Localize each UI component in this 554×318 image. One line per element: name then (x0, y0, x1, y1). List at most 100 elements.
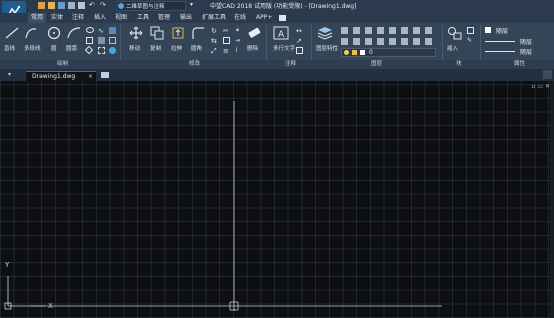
panel-title-annotation: 注释 (285, 61, 297, 67)
tab-app-plus[interactable]: APP+ (256, 13, 272, 23)
color-swatch (485, 27, 491, 33)
spline-icon[interactable]: ∿ (98, 27, 105, 35)
color-property[interactable]: 随层 (496, 26, 508, 35)
plot-icon[interactable] (78, 2, 85, 9)
tab-annotate[interactable]: 注释 (72, 13, 84, 23)
offset-icon[interactable]: ≡ (223, 47, 230, 55)
ribbon-toggle-icon[interactable] (279, 15, 286, 21)
layer-properties-tool[interactable]: 图层特性 (316, 26, 338, 52)
vertical-scrollbar[interactable] (550, 81, 554, 318)
table-icon[interactable] (296, 47, 303, 54)
tab-tools[interactable]: 工具 (137, 13, 149, 23)
line-tool[interactable]: 直线 (4, 26, 20, 52)
explode-icon[interactable]: ✶ (235, 27, 242, 34)
array-icon[interactable] (223, 37, 230, 44)
erase-tool[interactable]: 删除 (247, 26, 261, 52)
tab-home[interactable]: 常用 (28, 13, 47, 23)
tab-menu-icon[interactable] (543, 70, 552, 79)
region-icon[interactable] (98, 47, 105, 54)
circle-icon (47, 26, 61, 40)
erase-label: 删除 (247, 46, 259, 52)
tab-online[interactable]: 在线 (234, 13, 246, 23)
tab-output[interactable]: 输出 (180, 13, 192, 23)
lightbulb-icon (344, 50, 349, 55)
chevron-down-icon[interactable]: ▾ (8, 71, 11, 78)
open-folder-icon[interactable] (48, 2, 55, 9)
tab-insert[interactable]: 插入 (94, 13, 106, 23)
hatch-icon[interactable] (98, 37, 105, 44)
file-tab-label: Drawing1.dwg (32, 73, 76, 80)
trim-icon[interactable]: ✂ (223, 27, 230, 35)
new-tab-icon[interactable] (101, 72, 109, 78)
lineweight-preview (485, 51, 515, 52)
insert-label: 插入 (447, 46, 459, 52)
ribbon-tabs: 常用 实体 注释 插入 视图 工具 管理 输出 扩展工具 在线 APP+ (0, 13, 554, 23)
layer-tools-row[interactable] (341, 38, 436, 45)
ellipse-icon[interactable] (86, 27, 94, 33)
lineweight-property[interactable]: 随层 (520, 47, 532, 56)
new-file-icon[interactable] (38, 2, 45, 9)
arc-label: 圆弧 (66, 46, 78, 52)
fillet-tool[interactable]: 圆角 (191, 26, 205, 52)
window-title: 中望CAD 2018 试用版 (功能受限) - [Drawing1.dwg] (210, 3, 357, 10)
mtext-tool[interactable]: A 多行文字 (273, 26, 295, 52)
move-label: 移动 (129, 46, 141, 52)
save-icon[interactable] (58, 2, 65, 9)
dimension-icon[interactable]: ↔ (296, 27, 303, 35)
close-icon[interactable]: × (88, 72, 93, 81)
print-icon[interactable] (68, 2, 75, 9)
arc-tool[interactable]: 圆弧 (66, 26, 82, 52)
panel-title-modify: 修改 (189, 61, 201, 67)
tab-extended-tools[interactable]: 扩展工具 (202, 13, 226, 23)
circle-tool[interactable]: 圆 (46, 26, 62, 52)
panel-divider (120, 25, 121, 61)
point-icon[interactable] (109, 47, 116, 54)
scale-icon[interactable]: ⤢ (211, 47, 218, 55)
insert-block-tool[interactable]: 插入 (447, 26, 463, 52)
workspace-label: 二维草图与注释 (126, 4, 165, 10)
fillet-icon (192, 27, 204, 39)
title-bar: ↶ ↷ 二维草图与注释 ▾ 中望CAD 2018 试用版 (功能受限) - [D… (0, 0, 554, 23)
color-swatch (360, 50, 365, 55)
break-icon[interactable]: ⌇ (235, 47, 242, 54)
layer-tools-row[interactable] (341, 27, 436, 34)
undo-icon[interactable]: ↶ (89, 1, 95, 9)
tab-manage[interactable]: 管理 (158, 13, 170, 23)
workspace-select[interactable]: 二维草图与注释 (116, 1, 186, 11)
current-layer: 0 (369, 49, 373, 56)
file-tab[interactable]: Drawing1.dwg × (26, 71, 96, 81)
boundary-icon[interactable] (109, 37, 116, 44)
layer-select[interactable]: 0 (341, 48, 436, 57)
edit-block-icon[interactable]: ✎ (467, 37, 474, 44)
arc-icon (67, 27, 81, 39)
mtext-icon: A (273, 26, 289, 40)
line-label: 直线 (4, 46, 16, 52)
panel-titles-bar: 绘制 修改 注释 图层 块 属性 (0, 60, 554, 69)
redo-icon[interactable]: ↷ (100, 1, 106, 9)
drawing-canvas[interactable]: ▫ ▭ ✕ Y X (0, 81, 554, 318)
panel-title-properties: 属性 (514, 61, 526, 67)
extend-icon[interactable]: ⇥ (235, 37, 242, 44)
gradient-icon[interactable] (109, 27, 116, 34)
tab-solid[interactable]: 实体 (51, 13, 63, 23)
linetype-property[interactable]: 随层 (520, 37, 532, 46)
mirror-icon[interactable]: ⇆ (211, 37, 218, 45)
tab-view[interactable]: 视图 (115, 13, 127, 23)
line-icon (5, 27, 19, 39)
polyline-label: 多段线 (24, 46, 41, 52)
gear-icon (118, 3, 124, 9)
svg-text:A: A (278, 30, 285, 40)
eraser-icon (248, 27, 261, 38)
panel-title-block: 块 (456, 61, 462, 67)
polyline-tool[interactable]: 多段线 (24, 26, 41, 52)
copy-tool[interactable]: 复制 (150, 26, 164, 52)
create-block-icon[interactable] (467, 27, 474, 34)
move-tool[interactable]: 移动 (129, 26, 143, 52)
chevron-down-icon[interactable]: ▾ (190, 1, 193, 8)
rotate-icon[interactable]: ↻ (211, 27, 218, 35)
ucs-y-label: Y (5, 261, 10, 269)
stretch-tool[interactable]: 拉伸 (171, 26, 185, 52)
rectangle-icon[interactable] (86, 37, 93, 44)
insert-block-icon (448, 27, 462, 40)
leader-icon[interactable]: ↗ (296, 37, 303, 45)
